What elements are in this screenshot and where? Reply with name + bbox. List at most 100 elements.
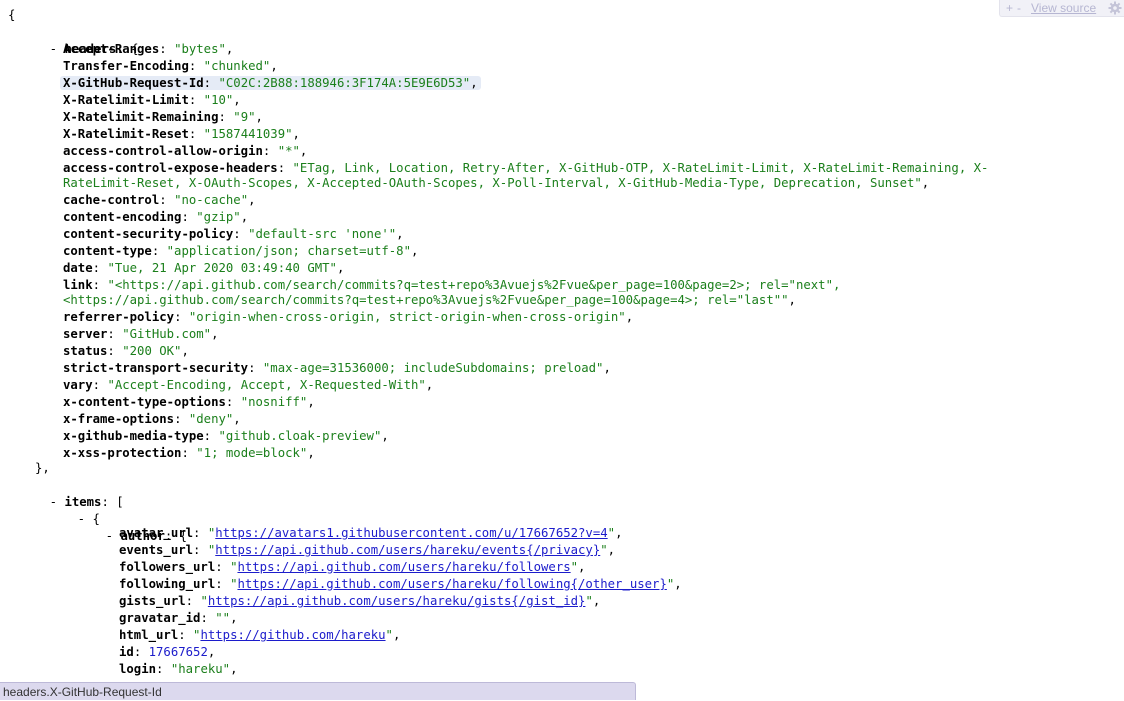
- header-field-row[interactable]: x-content-type-options: "nosniff",: [63, 394, 315, 411]
- comma: ,: [592, 594, 601, 608]
- author-field-key: following_url: [119, 577, 216, 591]
- author-field-value: "hareku": [170, 662, 231, 676]
- comma: ,: [211, 327, 219, 341]
- author-field-key: followers_url: [119, 560, 216, 574]
- items-node-row[interactable]: - items: [: [20, 477, 124, 509]
- author-field-row[interactable]: following_url: "https://api.github.com/u…: [119, 576, 682, 593]
- author-field-row[interactable]: login: "hareku",: [119, 661, 237, 678]
- author-field-row[interactable]: html_url: "https://github.com/hareku",: [119, 627, 400, 644]
- header-field-key: content-security-policy: [63, 227, 234, 241]
- comma: ,: [615, 526, 623, 540]
- header-field-row[interactable]: content-encoding: "gzip",: [63, 209, 248, 226]
- header-field-row[interactable]: x-github-media-type: "github.cloak-previ…: [63, 428, 389, 445]
- header-field-value: "github.cloak-preview": [218, 429, 382, 443]
- header-field-value: "application/json; charset=utf-8": [166, 244, 411, 258]
- comma: ,: [396, 227, 404, 241]
- header-field-key: server: [63, 327, 108, 341]
- header-field-row[interactable]: content-type: "application/json; charset…: [63, 243, 418, 260]
- quote: ": [200, 594, 208, 608]
- header-field-row[interactable]: Accept-Ranges: "bytes",: [63, 41, 233, 58]
- header-field-value: "bytes": [174, 42, 226, 56]
- header-field-row[interactable]: X-Ratelimit-Remaining: "9",: [63, 109, 263, 126]
- status-path-bar: headers.X-GitHub-Request-Id: [0, 682, 636, 700]
- comma: ,: [336, 261, 345, 275]
- header-field-key: referrer-policy: [63, 310, 175, 324]
- items-open-bracket: [: [116, 495, 124, 509]
- colon: :: [200, 611, 216, 625]
- colon: :: [215, 560, 231, 574]
- colon: :: [92, 378, 108, 392]
- header-field-key: Transfer-Encoding: [63, 59, 189, 73]
- header-field-row[interactable]: date: "Tue, 21 Apr 2020 03:49:40 GMT",: [63, 260, 344, 277]
- author-field-link[interactable]: https://github.com/hareku: [200, 628, 385, 642]
- colon: :: [151, 244, 167, 258]
- author-field-number: 17667652: [148, 645, 208, 659]
- author-field-key: id: [119, 645, 134, 659]
- author-field-link[interactable]: https://api.github.com/users/hareku/foll…: [237, 560, 570, 574]
- colon: :: [203, 76, 219, 90]
- colon: :: [159, 42, 175, 56]
- quote: ": [600, 543, 608, 557]
- json-root-open-brace: {: [8, 7, 15, 24]
- header-field-value-continuation: <https://api.github.com/search/commits?q…: [63, 292, 796, 309]
- author-field-link[interactable]: https://avatars1.githubusercontent.com/u…: [215, 526, 607, 540]
- header-field-row[interactable]: server: "GitHub.com",: [63, 326, 218, 343]
- header-field-row[interactable]: strict-transport-security: "max-age=3153…: [63, 360, 611, 377]
- author-field-value: "": [215, 611, 231, 625]
- colon: :: [156, 662, 171, 676]
- colon: :: [277, 161, 293, 175]
- author-field-row[interactable]: gravatar_id: "",: [119, 610, 237, 627]
- header-field-key: status: [63, 344, 108, 358]
- comma: ,: [603, 361, 611, 375]
- header-field-row[interactable]: cache-control: "no-cache",: [63, 192, 256, 209]
- header-field-row[interactable]: vary: "Accept-Encoding, Accept, X-Reques…: [63, 377, 433, 394]
- items-colon: :: [101, 495, 117, 509]
- comma: ,: [425, 378, 434, 392]
- author-field-link[interactable]: https://api.github.com/users/hareku/gist…: [208, 594, 586, 608]
- header-field-row[interactable]: Transfer-Encoding: "chunked",: [63, 58, 278, 75]
- comma: ,: [470, 76, 478, 90]
- author-field-key: gravatar_id: [119, 611, 201, 625]
- colon: :: [107, 344, 123, 358]
- header-field-key: X-Ratelimit-Remaining: [63, 110, 219, 124]
- header-field-row[interactable]: X-Ratelimit-Limit: "10",: [63, 92, 241, 109]
- collapse-all-button[interactable]: -: [1017, 0, 1021, 16]
- header-field-key: x-frame-options: [63, 412, 175, 426]
- header-field-row[interactable]: content-security-policy: "default-src 'n…: [63, 226, 404, 243]
- colon: :: [133, 645, 149, 659]
- json-viewer: { - headers: { Accept-Ranges: "bytes", Tr…: [0, 0, 1124, 701]
- quote: ": [585, 594, 593, 608]
- author-field-row[interactable]: events_url: "https://api.github.com/user…: [119, 542, 615, 559]
- header-field-row[interactable]: x-frame-options: "deny",: [63, 411, 241, 428]
- header-field-row[interactable]: x-xss-protection: "1; mode=block",: [63, 445, 315, 462]
- open-brace: {: [8, 8, 16, 22]
- author-field-row[interactable]: gists_url: "https://api.github.com/users…: [119, 593, 600, 610]
- author-field-row[interactable]: avatar_url: "https://avatars1.githubuser…: [119, 525, 622, 542]
- header-field-row[interactable]: X-Ratelimit-Reset: "1587441039",: [63, 126, 300, 143]
- header-field-row[interactable]: access-control-allow-origin: "*",: [63, 143, 307, 160]
- header-field-key: date: [63, 261, 93, 275]
- header-field-row[interactable]: X-GitHub-Request-Id: "C02C:2B88:188946:3…: [60, 75, 481, 92]
- author-field-link[interactable]: https://api.github.com/users/hareku/even…: [215, 543, 600, 557]
- colon: :: [107, 327, 123, 341]
- author-field-link[interactable]: https://api.github.com/users/hareku/foll…: [237, 577, 666, 591]
- view-source-link[interactable]: View source: [1031, 0, 1096, 16]
- comma: ,: [230, 611, 238, 625]
- header-field-value: "200 OK": [122, 344, 182, 358]
- expand-all-button[interactable]: +: [1006, 0, 1013, 16]
- author-field-key: html_url: [119, 628, 179, 642]
- comma: ,: [240, 210, 249, 224]
- colon: :: [178, 628, 194, 642]
- header-field-row[interactable]: status: "200 OK",: [63, 343, 189, 360]
- gear-icon[interactable]: [1108, 1, 1122, 15]
- headers-node-row[interactable]: - headers: {: [20, 24, 139, 56]
- comma: ,: [788, 293, 796, 307]
- colon: :: [92, 278, 108, 292]
- comma: ,: [381, 429, 389, 443]
- item-0-row[interactable]: - {: [48, 494, 100, 526]
- author-field-row[interactable]: followers_url: "https://api.github.com/u…: [119, 559, 585, 576]
- colon: :: [174, 412, 189, 426]
- header-field-row[interactable]: referrer-policy: "origin-when-cross-orig…: [63, 309, 633, 326]
- author-field-row[interactable]: id: 17667652,: [119, 644, 215, 661]
- colon: :: [188, 127, 204, 141]
